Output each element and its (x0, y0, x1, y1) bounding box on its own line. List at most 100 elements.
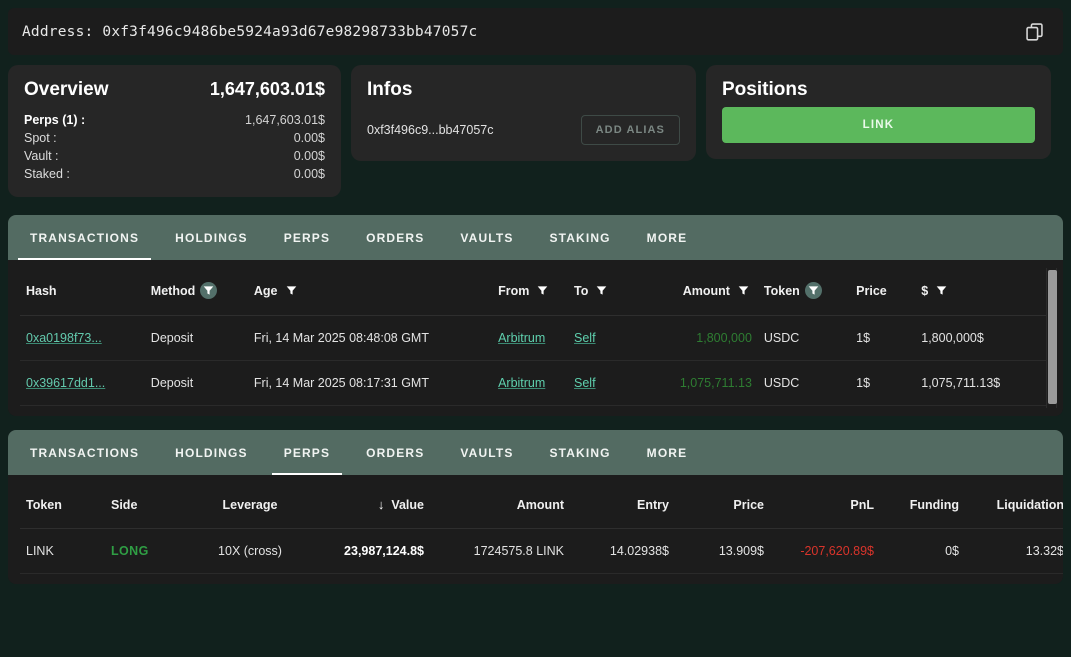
cell-perp-token: LINK (20, 528, 105, 574)
perps-tabbar: TRANSACTIONS HOLDINGS PERPS ORDERS VAULT… (8, 430, 1063, 475)
perps-panel: TRANSACTIONS HOLDINGS PERPS ORDERS VAULT… (8, 430, 1063, 584)
col-perp-funding[interactable]: Funding (880, 483, 965, 529)
tab-vaults-2[interactable]: VAULTS (442, 430, 531, 475)
sort-desc-icon: ↓ (377, 497, 385, 512)
address-text: Address: 0xf3f496c9486be5924a93d67e98298… (22, 24, 477, 40)
cell-method: Deposit (144, 360, 248, 406)
address-value: 0xf3f496c9486be5924a93d67e98298733bb4705… (102, 23, 478, 40)
infos-card: Infos 0xf3f496c9...bb47057c ADD ALIAS (351, 65, 696, 161)
cell-perp-funding: 0$ (880, 528, 965, 574)
overview-row-perps: Perps (1) : 1,647,603.01$ (24, 113, 325, 127)
overview-card: Overview 1,647,603.01$ Perps (1) : 1,647… (8, 65, 341, 197)
filter-icon-token[interactable] (804, 282, 822, 299)
col-perp-leverage[interactable]: Leverage (190, 483, 310, 529)
tab-holdings-2[interactable]: HOLDINGS (157, 430, 266, 475)
overview-value-staked: 0.00$ (293, 167, 325, 181)
scrollbar-thumb[interactable] (1048, 270, 1057, 405)
cell-perp-liquidation: 13.32$ (965, 528, 1063, 574)
tab-staking-2[interactable]: STAKING (532, 430, 629, 475)
overview-row-vault: Vault : 0.00$ (24, 149, 325, 163)
col-to-label: To (574, 283, 589, 298)
col-method-label: Method (150, 283, 196, 298)
hash-link[interactable]: 0x39617dd1... (26, 376, 105, 390)
transactions-scrollbar[interactable] (1046, 268, 1057, 408)
col-amount: Amount (643, 268, 758, 316)
cell-usd: 1,800,000$ (915, 315, 1051, 361)
col-from: From (492, 268, 569, 316)
cell-perp-value: 23,987,124.8$ (310, 528, 430, 574)
tab-perps-2[interactable]: PERPS (266, 430, 348, 475)
cell-hash: 0xa0198f73... (20, 315, 145, 361)
transactions-tabbar: TRANSACTIONS HOLDINGS PERPS ORDERS VAULT… (8, 215, 1063, 260)
to-link[interactable]: Self (574, 376, 596, 390)
col-from-label: From (498, 283, 530, 298)
filter-icon-from[interactable] (534, 282, 551, 299)
tab-more[interactable]: MORE (629, 215, 706, 260)
from-link[interactable]: Arbitrum (498, 376, 545, 390)
overview-row-staked: Staked : 0.00$ (24, 167, 325, 181)
tab-holdings[interactable]: HOLDINGS (157, 215, 266, 260)
cell-token: USDC (757, 360, 851, 406)
perps-table-wrap: Token Side Leverage ↓ Value Amount Entry… (8, 475, 1063, 584)
position-link-button[interactable]: LINK (722, 107, 1035, 143)
tab-staking[interactable]: STAKING (532, 215, 629, 260)
overview-total: 1,647,603.01$ (209, 79, 325, 99)
filter-icon-age[interactable] (283, 282, 300, 299)
positions-card: Positions LINK (706, 65, 1051, 159)
positions-title: Positions (722, 79, 808, 100)
tab-orders-2[interactable]: ORDERS (348, 430, 442, 475)
col-perp-entry[interactable]: Entry (570, 483, 675, 529)
col-hash: Hash (20, 268, 145, 316)
cell-from: Arbitrum (492, 360, 569, 406)
cell-price: 1$ (850, 360, 916, 406)
from-link[interactable]: Arbitrum (498, 331, 545, 345)
col-perp-pnl[interactable]: PnL (770, 483, 880, 529)
infos-address-short: 0xf3f496c9...bb47057c (367, 123, 494, 137)
col-perp-side[interactable]: Side (105, 483, 190, 529)
filter-icon-amount[interactable] (735, 282, 752, 299)
transactions-panel: TRANSACTIONS HOLDINGS PERPS ORDERS VAULT… (8, 215, 1063, 416)
overview-label-vault: Vault : (24, 149, 59, 163)
table-row: LINK LONG 10X (cross) 23,987,124.8$ 1724… (20, 528, 1063, 574)
tab-more-2[interactable]: MORE (629, 430, 706, 475)
overview-header: Overview 1,647,603.01$ (24, 79, 325, 101)
tab-orders[interactable]: ORDERS (348, 215, 442, 260)
tab-transactions[interactable]: TRANSACTIONS (12, 215, 157, 260)
tab-vaults[interactable]: VAULTS (442, 215, 531, 260)
overview-value-perps: 1,647,603.01$ (245, 113, 325, 127)
col-amount-label: Amount (682, 283, 730, 298)
to-link[interactable]: Self (574, 331, 596, 345)
address-bar: Address: 0xf3f496c9486be5924a93d67e98298… (8, 8, 1063, 55)
filter-icon-to[interactable] (593, 282, 610, 299)
infos-title: Infos (367, 79, 413, 100)
filter-icon-method[interactable] (200, 282, 218, 299)
col-perp-value[interactable]: ↓ Value (310, 483, 430, 529)
col-perp-price[interactable]: Price (675, 483, 770, 529)
cell-method: Deposit (144, 315, 248, 361)
transactions-header-row: Hash Method Age From To Amount Token Pri… (20, 268, 1051, 316)
col-to: To (568, 268, 644, 316)
filter-icon-usd[interactable] (933, 282, 950, 299)
add-alias-button[interactable]: ADD ALIAS (580, 115, 680, 145)
app-root: Address: 0xf3f496c9486be5924a93d67e98298… (0, 0, 1071, 657)
cell-amount: 1,075,711.13 (643, 360, 758, 406)
table-row: 0xa0198f73... Deposit Fri, 14 Mar 2025 0… (20, 315, 1051, 361)
cell-to: Self (568, 315, 644, 361)
cell-amount: 1,800,000 (643, 315, 758, 361)
cell-perp-price: 13.909$ (675, 528, 770, 574)
col-perp-amount[interactable]: Amount (430, 483, 570, 529)
cell-usd: 1,075,711.13$ (915, 360, 1051, 406)
col-perp-liquidation[interactable]: Liquidation (965, 483, 1063, 529)
col-perp-token[interactable]: Token (20, 483, 105, 529)
col-price: Price (850, 268, 916, 316)
overview-row-spot: Spot : 0.00$ (24, 131, 325, 145)
tab-transactions-2[interactable]: TRANSACTIONS (12, 430, 157, 475)
overview-value-vault: 0.00$ (293, 149, 325, 163)
table-row: 0x39617dd1... Deposit Fri, 14 Mar 2025 0… (20, 360, 1051, 406)
summary-cards-row: Overview 1,647,603.01$ Perps (1) : 1,647… (8, 65, 1063, 197)
cell-to: Self (568, 360, 644, 406)
tab-perps[interactable]: PERPS (266, 215, 348, 260)
overview-title: Overview (24, 79, 109, 100)
hash-link[interactable]: 0xa0198f73... (26, 331, 102, 345)
copy-icon[interactable] (1023, 21, 1045, 43)
